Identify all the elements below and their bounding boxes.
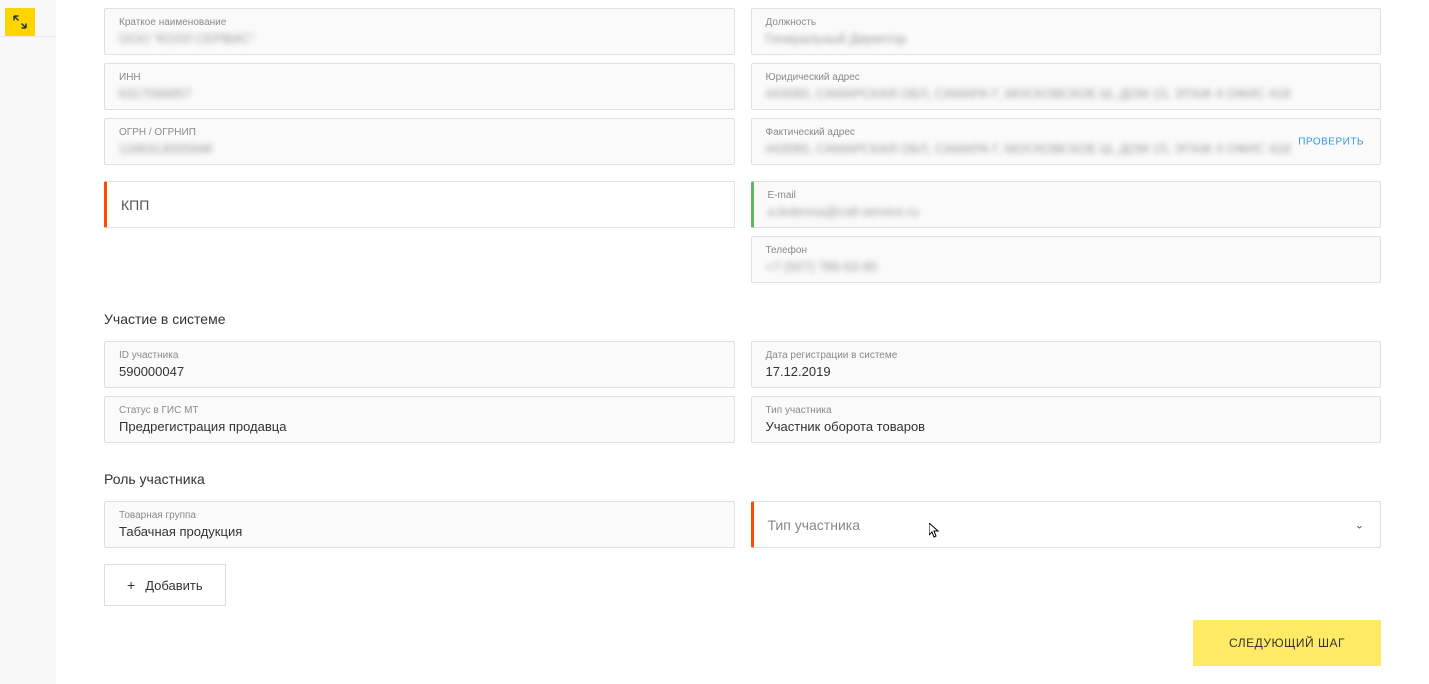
actual-address-value: 443080, САМАРСКАЯ ОБЛ, САМАРА Г, МОСКОВС… — [766, 141, 1291, 156]
product-group-label: Товарная группа — [119, 510, 720, 521]
expand-icon[interactable] — [5, 8, 35, 36]
legal-address-field[interactable]: Юридический адрес 443080, САМАРСКАЯ ОБЛ,… — [751, 63, 1382, 110]
inn-value: 6317096857 — [119, 86, 191, 101]
role-type-select[interactable]: Тип участника ⌄ — [751, 501, 1382, 548]
add-button[interactable]: + Добавить — [104, 564, 226, 606]
form-content: Краткое наименование ООО "КОЛЛ СЕРВИС" Д… — [56, 0, 1429, 684]
legal-address-value: 443080, САМАРСКАЯ ОБЛ, САМАРА Г, МОСКОВС… — [766, 86, 1291, 101]
status-field[interactable]: Статус в ГИС МТ Предрегистрация продавца — [104, 396, 735, 443]
inn-field[interactable]: ИНН 6317096857 — [104, 63, 735, 110]
position-label: Должность — [766, 17, 1367, 28]
reg-date-label: Дата регистрации в системе — [766, 350, 1367, 361]
add-button-label: Добавить — [145, 578, 202, 593]
short-name-label: Краткое наименование — [119, 17, 720, 28]
participant-type-value: Участник оборота товаров — [766, 419, 926, 434]
participant-id-field[interactable]: ID участника 590000047 — [104, 341, 735, 388]
next-step-button[interactable]: СЛЕДУЮЩИЙ ШАГ — [1193, 620, 1381, 666]
participant-id-value: 590000047 — [119, 364, 184, 379]
participant-type-label: Тип участника — [766, 405, 1367, 416]
reg-date-field[interactable]: Дата регистрации в системе 17.12.2019 — [751, 341, 1382, 388]
ogrn-value: 1186313005948 — [119, 141, 212, 156]
actual-address-field[interactable]: Фактический адрес 443080, САМАРСКАЯ ОБЛ,… — [751, 118, 1382, 165]
sidebar-divider — [0, 36, 56, 37]
product-group-value: Табачная продукция — [119, 524, 242, 539]
position-value: Генеральный Директор — [766, 31, 907, 46]
phone-label: Телефон — [766, 245, 1367, 256]
product-group-field[interactable]: Товарная группа Табачная продукция — [104, 501, 735, 548]
status-label: Статус в ГИС МТ — [119, 405, 720, 416]
reg-date-value: 17.12.2019 — [766, 364, 831, 379]
inn-label: ИНН — [119, 72, 720, 83]
email-field[interactable]: E-mail a.bobrova@call-service.ru — [751, 181, 1382, 228]
kpp-field[interactable]: КПП — [104, 181, 735, 228]
participant-id-label: ID участника — [119, 350, 720, 361]
short-name-value: ООО "КОЛЛ СЕРВИС" — [119, 31, 254, 46]
short-name-field[interactable]: Краткое наименование ООО "КОЛЛ СЕРВИС" — [104, 8, 735, 55]
kpp-placeholder: КПП — [121, 197, 149, 213]
participation-section-title: Участие в системе — [104, 311, 1381, 327]
phone-field[interactable]: Телефон +7 (927) 786-63-90 — [751, 236, 1382, 283]
ogrn-field[interactable]: ОГРН / ОГРНИП 1186313005948 — [104, 118, 735, 165]
ogrn-label: ОГРН / ОГРНИП — [119, 127, 720, 138]
actual-address-label: Фактический адрес — [766, 127, 1367, 138]
position-field[interactable]: Должность Генеральный Директор — [751, 8, 1382, 55]
role-section-title: Роль участника — [104, 471, 1381, 487]
email-value: a.bobrova@call-service.ru — [768, 204, 919, 219]
legal-address-label: Юридический адрес — [766, 72, 1367, 83]
participant-type-field[interactable]: Тип участника Участник оборота товаров — [751, 396, 1382, 443]
status-value: Предрегистрация продавца — [119, 419, 286, 434]
check-address-link[interactable]: ПРОВЕРИТЬ — [1298, 136, 1364, 147]
chevron-down-icon: ⌄ — [1355, 518, 1364, 531]
role-type-placeholder: Тип участника — [768, 517, 861, 533]
email-label: E-mail — [768, 190, 1367, 201]
phone-value: +7 (927) 786-63-90 — [766, 259, 878, 274]
plus-icon: + — [127, 577, 135, 593]
